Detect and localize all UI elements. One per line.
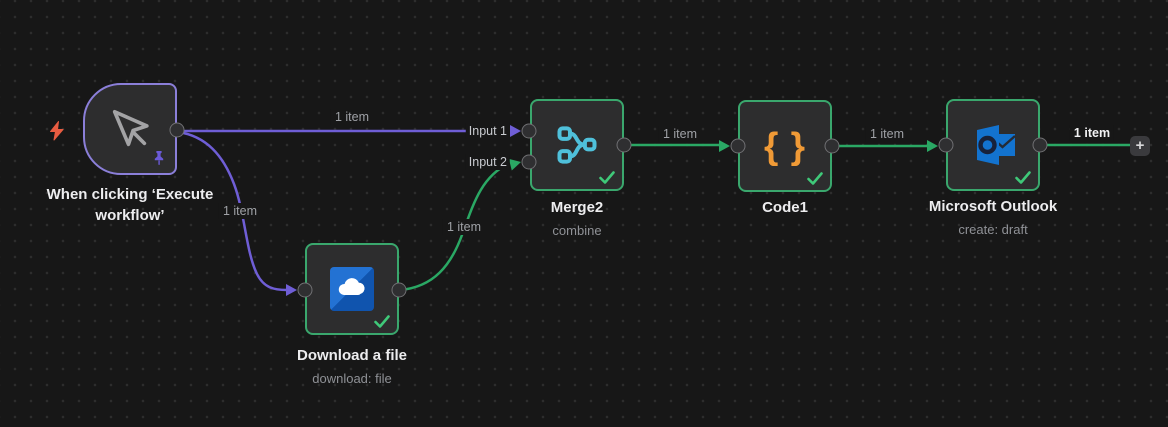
code-braces-icon: { }: [763, 125, 807, 167]
arrowhead-outlook-input: [927, 140, 938, 152]
edge-label-items: 1 item: [865, 126, 909, 142]
edge-label-items-highlighted: 1 item: [1069, 125, 1115, 141]
node-name: Merge2: [550, 199, 604, 216]
merge-input1-label: Input 1: [465, 123, 510, 139]
node-name: Code1: [762, 199, 808, 216]
node-subtitle: create: draft: [958, 222, 1028, 237]
node-download-a-file[interactable]: [305, 243, 399, 335]
node-name: When clicking ‘Execute workflow’: [46, 186, 214, 224]
node-name: Download a file: [296, 347, 407, 364]
onedrive-icon: [330, 267, 374, 311]
node-caption-outlook: Microsoft Outlook create: draft: [893, 196, 1093, 237]
code-input-port[interactable]: [730, 138, 746, 154]
node-name: Microsoft Outlook: [928, 198, 1058, 215]
arrowhead-merge-input2: [508, 158, 521, 171]
node-manual-trigger[interactable]: [83, 83, 177, 175]
download-input-port[interactable]: [297, 282, 313, 298]
node-merge2[interactable]: [530, 99, 624, 191]
node-code1[interactable]: { }: [738, 100, 832, 192]
lightning-bolt-icon: [50, 121, 64, 141]
node-microsoft-outlook[interactable]: [946, 99, 1040, 191]
success-check-icon: [807, 172, 823, 185]
code-output-port[interactable]: [824, 138, 840, 154]
outlook-icon: [977, 125, 1016, 165]
node-caption-download: Download a file download: file: [252, 345, 452, 386]
merge-input2-port[interactable]: [521, 154, 537, 170]
success-check-icon: [1015, 171, 1031, 184]
node-caption-code: Code1: [685, 197, 885, 218]
merge-input2-label: Input 2: [465, 154, 510, 170]
outlook-input-port[interactable]: [938, 137, 954, 153]
merge-output-port[interactable]: [616, 137, 632, 153]
pin-icon: [154, 151, 164, 165]
success-check-icon: [374, 315, 390, 328]
merge-branches-icon: [557, 126, 597, 164]
mouse-pointer-icon: [112, 109, 149, 147]
node-caption-trigger: When clicking ‘Execute workflow’: [25, 184, 235, 226]
node-subtitle: combine: [552, 223, 602, 238]
edge-label-items: 1 item: [330, 109, 374, 125]
node-caption-merge: Merge2 combine: [477, 197, 677, 238]
workflow-canvas[interactable]: 1 item 1 item 1 item 1 item 1 item 1 ite…: [0, 0, 1168, 427]
edge-label-items: 1 item: [658, 126, 702, 142]
download-output-port[interactable]: [391, 282, 407, 298]
trigger-output-port[interactable]: [169, 122, 185, 138]
success-check-icon: [599, 171, 615, 184]
merge-input1-port[interactable]: [521, 123, 537, 139]
arrowhead-download-input: [286, 284, 297, 296]
arrowhead-code-input: [719, 140, 730, 152]
arrowhead-merge-input1: [510, 125, 521, 137]
add-node-button[interactable]: +: [1130, 136, 1150, 156]
outlook-output-port[interactable]: [1032, 137, 1048, 153]
node-subtitle: download: file: [312, 371, 392, 386]
